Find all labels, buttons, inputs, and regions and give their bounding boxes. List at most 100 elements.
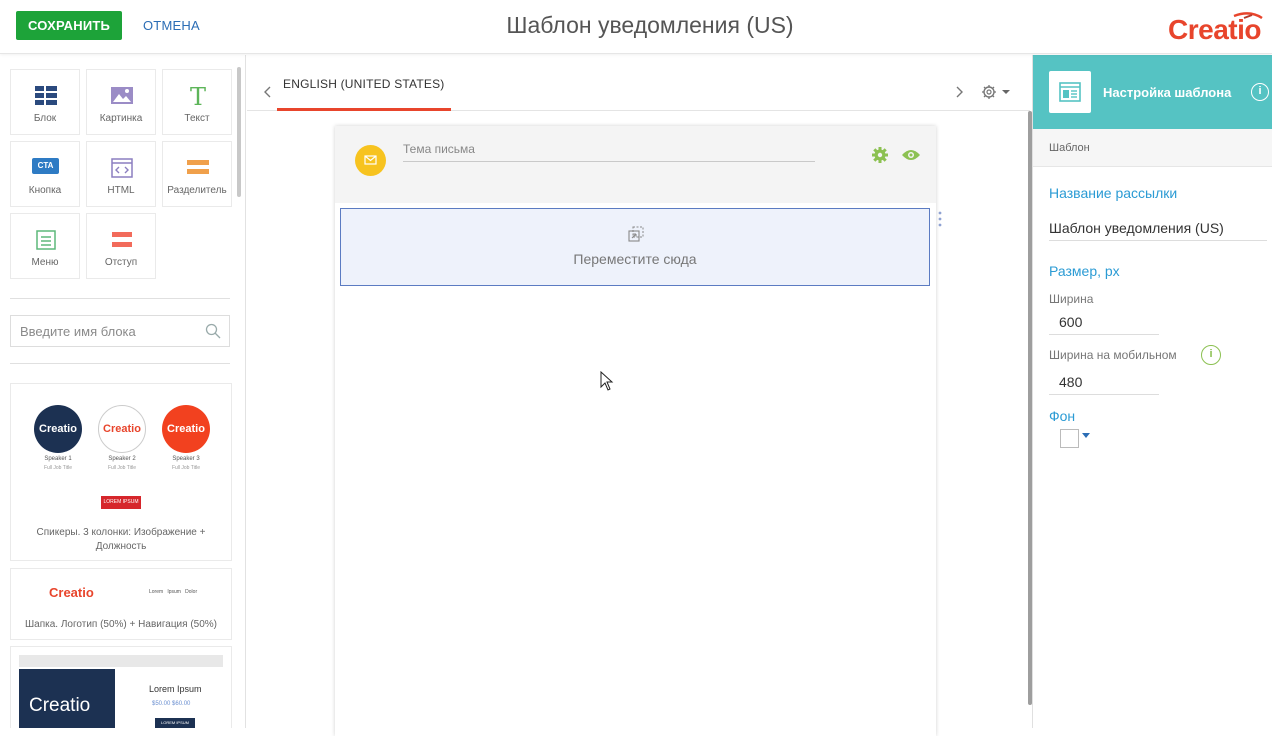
palette-divider — [10, 298, 230, 299]
cta-button-icon: CTA — [32, 158, 59, 174]
card-logo: Creatio — [49, 585, 94, 600]
logo-text: Creatio — [1168, 14, 1261, 45]
gear-icon[interactable] — [871, 146, 889, 164]
tile-block[interactable]: Блок — [10, 69, 80, 135]
card-caption: Шапка. Логотип (50%) + Навигация (50%) — [24, 619, 218, 630]
settings-header: Настройка шаблона i — [1033, 55, 1272, 129]
top-bar: СОХРАНИТЬ ОТМЕНА Шаблон уведомления (US)… — [0, 0, 1272, 54]
settings-gear-icon[interactable] — [981, 83, 1011, 101]
palette-scrollbar[interactable] — [237, 67, 241, 197]
cancel-button[interactable]: ОТМЕНА — [143, 11, 200, 40]
color-dropdown-caret-icon[interactable] — [1082, 433, 1090, 438]
block-search[interactable] — [10, 315, 230, 347]
info-icon[interactable]: i — [1251, 83, 1269, 101]
template-card-speakers[interactable]: Creatio Speaker 1 Full Job Title Creatio… — [10, 383, 232, 561]
card-topbar — [19, 655, 223, 667]
block-search-input[interactable] — [11, 316, 191, 346]
speaker-2: Creatio Speaker 2 Full Job Title — [97, 405, 147, 471]
speaker-avatar: Creatio — [162, 405, 210, 453]
card-heading: Lorem Ipsum — [149, 684, 202, 694]
tile-label: Блок — [33, 113, 57, 124]
menu-icon — [36, 230, 56, 250]
background-color-swatch[interactable] — [1060, 429, 1079, 448]
width-label: Ширина — [1049, 292, 1094, 306]
mobile-width-label: Ширина на мобильном — [1049, 348, 1177, 362]
background-label: Фон — [1049, 408, 1076, 424]
speaker-title: Full Job Title — [43, 465, 73, 471]
field-underline — [1049, 240, 1267, 241]
speaker-name: Speaker 1 — [44, 456, 72, 462]
mobile-width-field[interactable]: 480 — [1059, 374, 1082, 390]
tile-text[interactable]: T Текст — [162, 69, 232, 135]
divider-icon — [187, 160, 209, 174]
settings-title: Настройка шаблона — [1103, 85, 1232, 100]
card-hero: Creatio — [19, 669, 115, 728]
speaker-title: Full Job Title — [171, 465, 201, 471]
tile-menu[interactable]: Меню — [10, 213, 80, 279]
creatio-logo: Creatio — [1168, 12, 1264, 45]
eye-preview-icon[interactable] — [901, 148, 921, 162]
settings-subheader: Шаблон — [1033, 129, 1272, 167]
template-settings-icon — [1049, 71, 1091, 113]
drop-target-icon — [628, 226, 644, 242]
speaker-3: Creatio Speaker 3 Full Job Title — [161, 405, 211, 471]
tile-label: Текст — [184, 113, 210, 124]
card-hero-logo: Creatio — [29, 695, 91, 716]
nav-item: Lorem — [149, 589, 164, 595]
tile-label: Разделитель — [167, 185, 227, 196]
tile-label: HTML — [107, 185, 135, 196]
drop-zone-label: Переместите сюда — [573, 251, 697, 267]
page-title: Шаблон уведомления (US) — [506, 12, 794, 38]
save-button[interactable]: СОХРАНИТЬ — [16, 11, 123, 40]
size-section-label: Размер, px — [1049, 263, 1120, 279]
html-code-icon — [111, 158, 133, 178]
subject-area: Тема письма — [335, 126, 936, 203]
tile-label: Кнопка — [28, 185, 62, 196]
nav-item: Ipsum — [167, 589, 181, 595]
block-grid-icon — [35, 86, 57, 105]
nav-item: Dolor — [185, 589, 198, 595]
envelope-icon — [355, 145, 386, 176]
tile-button[interactable]: CTA Кнопка — [10, 141, 80, 207]
speaker-1: Creatio Speaker 1 Full Job Title — [33, 405, 83, 471]
email-editor: ENGLISH (UNITED STATES) Тема письма Пере… — [247, 55, 1032, 736]
spacer-icon — [112, 232, 132, 247]
template-card-header[interactable]: Creatio Lorem Ipsum Dolor Шапка. Логотип… — [10, 568, 232, 640]
field-underline — [1049, 334, 1159, 335]
card-caption: Спикеры. 3 колонки: Изображение + Должно… — [36, 527, 206, 552]
speaker-name: Speaker 2 — [108, 456, 136, 462]
tile-divider[interactable]: Разделитель — [162, 141, 232, 207]
width-field[interactable]: 600 — [1059, 314, 1082, 330]
speaker-name: Speaker 3 — [172, 456, 200, 462]
card-nav: Lorem Ipsum Dolor — [149, 589, 197, 595]
image-icon — [111, 87, 133, 104]
field-underline — [1049, 394, 1159, 395]
tile-label: Отступ — [104, 257, 138, 268]
text-t-icon: T — [190, 85, 206, 107]
speaker-avatar: Creatio — [98, 405, 146, 453]
tile-html[interactable]: HTML — [86, 141, 156, 207]
card-button: LOREM IPSUM — [155, 718, 195, 728]
template-settings-panel: Настройка шаблона i Шаблон Название расс… — [1032, 55, 1272, 728]
drag-handle-icon[interactable] — [937, 211, 943, 227]
chevron-left-icon[interactable] — [263, 86, 273, 98]
mobile-width-info-icon[interactable]: i — [1201, 345, 1221, 365]
template-card-promo[interactable]: Creatio Lorem Ipsum $50.00 $60.00 LOREM … — [10, 646, 232, 728]
tile-image[interactable]: Картинка — [86, 69, 156, 135]
search-icon[interactable] — [205, 323, 221, 339]
mouse-cursor-icon — [600, 371, 614, 391]
tile-spacer[interactable]: Отступ — [86, 213, 156, 279]
tab-english-us[interactable]: ENGLISH (UNITED STATES) — [277, 77, 451, 111]
card-button: LOREM IPSUM — [101, 496, 141, 509]
email-canvas[interactable]: Тема письма Переместите сюда — [335, 126, 942, 736]
drop-zone[interactable]: Переместите сюда — [340, 208, 930, 286]
tile-label: Картинка — [99, 113, 143, 124]
svg-text:T: T — [190, 85, 206, 107]
chevron-right-icon[interactable] — [954, 86, 964, 98]
card-prices: $50.00 $60.00 — [152, 701, 191, 707]
mailing-name-field[interactable]: Шаблон уведомления (US) — [1049, 220, 1224, 236]
subject-input[interactable]: Тема письма — [403, 142, 815, 162]
tile-label: Меню — [31, 257, 59, 268]
language-bar: ENGLISH (UNITED STATES) — [247, 55, 1030, 111]
speaker-title: Full Job Title — [107, 465, 137, 471]
